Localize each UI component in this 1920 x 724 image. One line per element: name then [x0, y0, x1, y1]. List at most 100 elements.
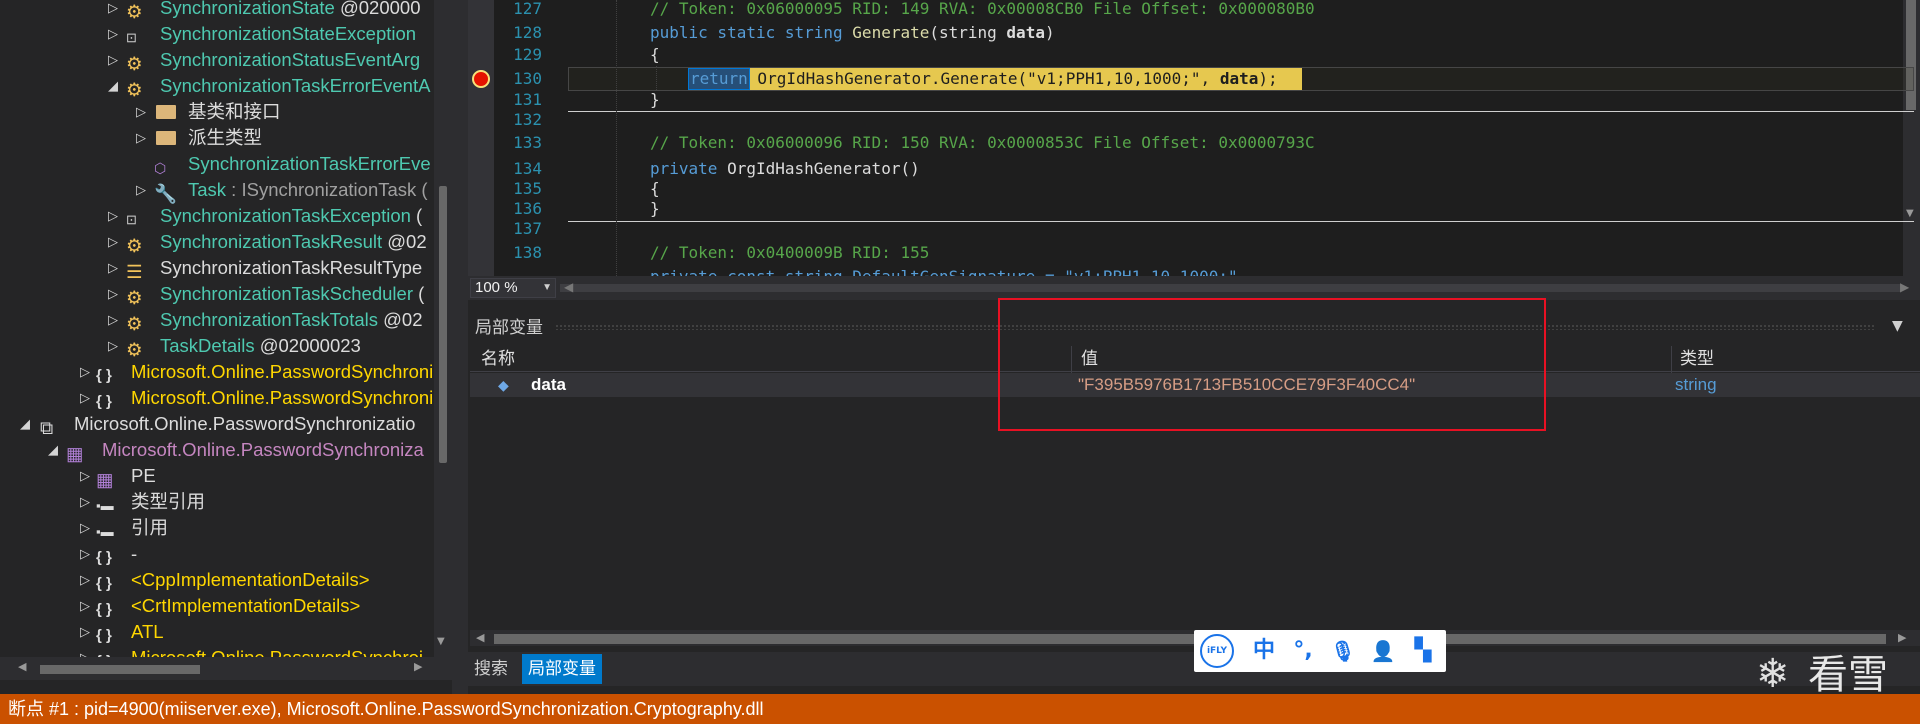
breakpoint-icon[interactable]: [472, 70, 490, 88]
code-line: public static string Generate(string dat…: [650, 22, 1055, 44]
line-number: 130: [513, 69, 542, 88]
line-number: 128: [513, 23, 542, 42]
local-type-cell[interactable]: string: [1675, 373, 1717, 397]
tree-item-token: (: [412, 283, 425, 304]
tree-item-label: PE: [131, 465, 156, 486]
code-text: );: [1258, 69, 1278, 88]
tree-item-label: Microsoft.Online.PasswordSynchroni: [131, 387, 434, 408]
code-text: OrgIdHashGenerator(): [727, 159, 920, 178]
chevron-right-icon[interactable]: ▷: [134, 125, 148, 151]
tree-item-label: SynchronizationTaskScheduler: [160, 283, 413, 304]
apps-icon[interactable]: ▚: [1410, 638, 1436, 664]
zoom-dropdown[interactable]: 100 % ▼: [470, 278, 556, 298]
user-icon[interactable]: 👤: [1370, 638, 1396, 664]
folder-icon: [156, 131, 176, 145]
scroll-down-icon[interactable]: ▼: [437, 636, 445, 647]
chevron-right-icon[interactable]: ▷: [78, 359, 92, 385]
tree-item-label: Microsoft.Online.PasswordSynchroni: [131, 361, 434, 382]
line-number: 132: [513, 110, 542, 129]
chevron-right-icon[interactable]: ▷: [106, 281, 120, 307]
line-number: 129: [513, 45, 542, 64]
code-text: ): [1044, 23, 1055, 42]
tree-item-label: SynchronizationState: [160, 0, 335, 18]
scroll-left-icon[interactable]: ◀: [564, 280, 573, 294]
class-icon: ⚙: [126, 287, 143, 308]
chevron-down-icon[interactable]: ◢: [106, 73, 120, 99]
chevron-right-icon[interactable]: ▷: [106, 229, 120, 255]
tab-search[interactable]: 搜索: [468, 654, 514, 684]
tree-item-token: @02: [378, 309, 423, 330]
code-line: {: [650, 45, 660, 64]
method-separator: [568, 111, 1914, 112]
chevron-right-icon[interactable]: ▷: [106, 0, 120, 21]
tree-scroll-thumb[interactable]: [439, 186, 447, 463]
line-number: 138: [513, 243, 542, 262]
line-number: 134: [513, 159, 542, 178]
scroll-right-icon[interactable]: ▶: [414, 660, 422, 673]
editor-scroll-thumb[interactable]: [1906, 0, 1916, 110]
chevron-down-icon[interactable]: ◢: [46, 437, 60, 463]
chevron-right-icon[interactable]: ▷: [106, 307, 120, 333]
scroll-right-icon[interactable]: ▶: [1900, 280, 1909, 294]
tree-item-label: 基类和接口: [188, 101, 281, 122]
chevron-right-icon[interactable]: ▷: [78, 541, 92, 567]
chevron-right-icon[interactable]: ▷: [106, 255, 120, 281]
punctuation-icon[interactable]: °,: [1290, 638, 1316, 664]
panel-splitter[interactable]: [452, 0, 468, 694]
scroll-left-icon[interactable]: ◀: [18, 660, 26, 673]
code-line: }: [650, 199, 660, 218]
tree-item-label: SynchronizationStatusEventArg: [160, 49, 421, 70]
chevron-right-icon[interactable]: ▷: [106, 21, 120, 47]
status-bar: 断点 #1 : pid=4900(miiserver.exe), Microso…: [0, 694, 1920, 724]
editor-horizontal-scrollbar[interactable]: [560, 284, 1900, 292]
scroll-down-icon[interactable]: ▼: [1906, 208, 1914, 219]
tab-locals[interactable]: 局部变量: [522, 654, 602, 684]
chevron-down-icon[interactable]: ◢: [18, 411, 32, 437]
scroll-right-icon[interactable]: ▶: [1898, 631, 1906, 644]
chevron-right-icon[interactable]: ▷: [78, 645, 92, 657]
chevron-right-icon[interactable]: ▷: [134, 177, 148, 203]
chevron-right-icon[interactable]: ▷: [78, 515, 92, 541]
column-header-type[interactable]: 类型: [1680, 346, 1714, 372]
watermark-logo: 看雪: [1808, 652, 1888, 698]
column-header-name[interactable]: 名称: [481, 346, 515, 372]
class-icon: ⚙: [126, 79, 143, 100]
chevron-right-icon[interactable]: ▷: [78, 593, 92, 619]
chevron-right-icon[interactable]: ▷: [78, 385, 92, 411]
chinese-mode-icon[interactable]: 中: [1251, 638, 1277, 664]
glyph-margin[interactable]: [468, 0, 494, 276]
tree-item-label: 引用: [131, 517, 169, 538]
chevron-right-icon[interactable]: ▷: [78, 463, 92, 489]
code-comment: // Token: 0x06000095 RID: 149 RVA: 0x000…: [650, 0, 1315, 18]
chevron-right-icon[interactable]: ▷: [106, 47, 120, 73]
code-line: }: [650, 90, 660, 109]
code-string: "v1;PPH1,10,1000;": [1027, 69, 1201, 88]
tree-item-label: 类型引用: [131, 491, 206, 512]
code-comment: // Token: 0x06000096 RID: 150 RVA: 0x000…: [650, 133, 1315, 152]
code-method-name: Generate: [852, 23, 930, 42]
chevron-right-icon[interactable]: ▷: [106, 203, 120, 229]
code-comment: // Token: 0x0400009B RID: 155: [650, 243, 930, 262]
scroll-left-icon[interactable]: ◀: [476, 631, 484, 644]
zoom-level: 100 %: [475, 279, 518, 296]
locals-hscroll-thumb[interactable]: [494, 634, 1886, 644]
chevron-right-icon[interactable]: ▷: [106, 333, 120, 359]
chevron-right-icon[interactable]: ▷: [78, 619, 92, 645]
microphone-icon[interactable]: 🎙: [1330, 638, 1356, 664]
local-variable-icon: ◆: [498, 377, 509, 393]
exception-icon: ⊡: [126, 30, 137, 45]
ifly-logo-icon[interactable]: iFLY: [1200, 634, 1234, 668]
panel-menu-icon[interactable]: ▼: [1892, 318, 1903, 334]
chevron-right-icon[interactable]: ▷: [78, 489, 92, 515]
tree-item-label: <CppImplementationDetails>: [131, 569, 370, 590]
tree-item-label: SynchronizationTaskResultType: [160, 257, 423, 278]
code-keyword: public static string: [650, 23, 853, 42]
code-keyword: return: [690, 69, 748, 88]
class-icon: ⚙: [126, 235, 143, 256]
local-name-cell[interactable]: data: [531, 373, 566, 397]
chevron-right-icon[interactable]: ▷: [134, 99, 148, 125]
chevron-right-icon[interactable]: ▷: [78, 567, 92, 593]
code-text: (string: [929, 23, 1007, 42]
assembly-icon: ⧉: [40, 417, 54, 438]
tree-hscroll-thumb[interactable]: [40, 665, 200, 674]
